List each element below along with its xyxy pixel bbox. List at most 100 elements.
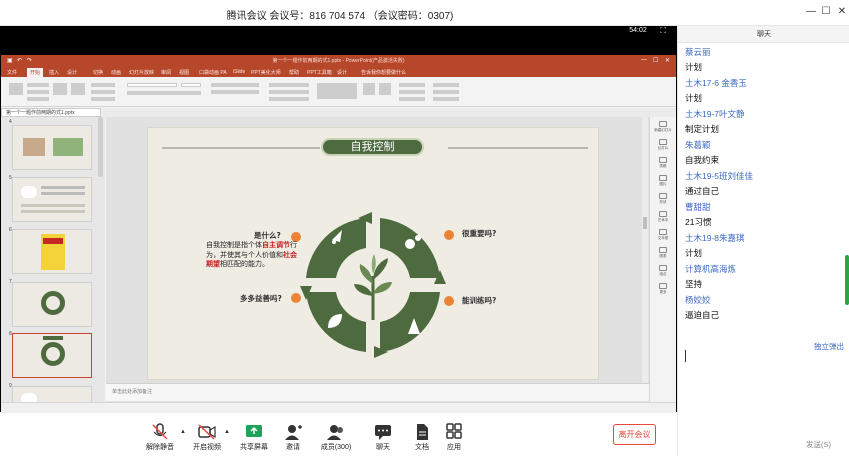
ppt-tab: 口袋动画 PA bbox=[199, 70, 227, 76]
unmute-button[interactable]: 解除静音 bbox=[140, 423, 180, 452]
bullet-dot bbox=[444, 230, 454, 240]
members-button[interactable]: 成员(300) bbox=[316, 423, 356, 452]
meeting-title: 腾讯会议 会议号：816 704 574 （会议密码：0307) bbox=[226, 11, 454, 22]
desc-part: 自我控制是指个体 bbox=[206, 241, 262, 249]
maximize-button[interactable]: ☐ bbox=[818, 5, 834, 19]
title-rule-left bbox=[162, 147, 320, 149]
members-label: 成员(300) bbox=[320, 444, 352, 451]
chat-sender: 曹甜甜 bbox=[685, 202, 711, 212]
question-more-better: 多多益善吗? bbox=[240, 294, 282, 303]
chat-message: 坚持 bbox=[685, 279, 703, 289]
ppt-tab: 告诉我你想要做什么 bbox=[361, 70, 407, 76]
chat-label: 聊天 bbox=[376, 444, 390, 451]
ppt-tab: 文件 bbox=[7, 70, 18, 76]
share-screen-icon bbox=[246, 425, 262, 437]
ppt-tab: 设计 bbox=[337, 70, 348, 76]
chat-bubble-icon bbox=[375, 425, 391, 440]
thumbnail-scrollbar[interactable] bbox=[98, 117, 103, 177]
chat-sender: 土木19-8朱嘉琪 bbox=[685, 233, 745, 243]
send-button[interactable]: 发送(S) bbox=[806, 439, 831, 450]
ppt-tab: 帮助 bbox=[289, 70, 300, 76]
chat-message: 计划 bbox=[685, 93, 703, 103]
fullscreen-icon[interactable]: ⛶ bbox=[656, 26, 670, 36]
close-button[interactable]: ✕ bbox=[834, 5, 849, 19]
plant-icon bbox=[354, 254, 392, 320]
slide-thumbnails: 4 5 6 7 8 9 bbox=[1, 117, 105, 412]
ppt-ribbon bbox=[1, 77, 676, 107]
camera-off-icon bbox=[198, 424, 216, 440]
start-video-label: 开启视频 bbox=[193, 444, 221, 451]
chevron-up-icon[interactable]: ▲ bbox=[180, 429, 186, 435]
ppt-minimize-icon: — bbox=[641, 57, 647, 63]
desc-part: 相匹配的能力。 bbox=[220, 260, 269, 268]
ppt-tab: 插入 bbox=[49, 70, 60, 76]
ppt-ribbon-tabs: 文件 开始 插入 设计 切换 动画 幻灯片放映 审阅 视图 口袋动画 PA iS… bbox=[1, 67, 676, 77]
members-icon bbox=[327, 425, 343, 440]
slide-thumbnail bbox=[12, 125, 92, 170]
chat-sender: 土木17-6 金香玉 bbox=[685, 78, 747, 88]
ppt-tab: 设计 bbox=[67, 70, 78, 76]
ppt-tab-active: 开始 bbox=[27, 68, 44, 77]
side-panel-item: 表格 bbox=[654, 157, 672, 173]
chat-sender: 土木19-7叶文静 bbox=[685, 109, 745, 119]
chat-sender: 朱葛颖 bbox=[685, 140, 711, 150]
quadrant-bottom-right bbox=[380, 292, 440, 352]
ppt-tab: PPT美化大师 bbox=[251, 70, 281, 76]
side-panel-item: 图片 bbox=[654, 175, 672, 191]
meeting-app: 腾讯会议 会议号：816 704 574 （会议密码：0307) — ☐ ✕ 5… bbox=[0, 0, 849, 456]
ppt-close-icon: ✕ bbox=[665, 58, 671, 64]
start-video-button[interactable]: 开启视频 bbox=[187, 423, 227, 452]
chevron-up-icon[interactable]: ▲ bbox=[224, 429, 230, 435]
chat-message: 制定计划 bbox=[685, 124, 720, 134]
side-panel-item: 形状 bbox=[654, 193, 672, 209]
bullet-dot bbox=[291, 293, 301, 303]
popout-chat-link[interactable]: 独立弹出 bbox=[814, 341, 844, 352]
ppt-maximize-icon: ☐ bbox=[653, 58, 659, 64]
ppt-tab: 审阅 bbox=[161, 70, 172, 76]
chat-sender: 杨姣姣 bbox=[685, 295, 711, 305]
chat-button[interactable]: 聊天 bbox=[363, 423, 403, 452]
share-screen-button[interactable]: 共享屏幕 bbox=[234, 423, 274, 452]
bullet-dot bbox=[444, 296, 454, 306]
meeting-toolbar: 解除静音 ▲ 开启视频 ▲ 共享屏幕 邀请 成员(300) 聊天 文档 应用 bbox=[0, 412, 677, 456]
powerpoint-window: ▣ ↶ ↷ 第一个一题作前两期的式1.pptx - PowerPoint(产品激… bbox=[1, 55, 676, 412]
leave-meeting-button[interactable]: 离开会议 bbox=[613, 424, 656, 445]
chat-panel: 聊天 蔡云丽 计划 土木17-6 金香玉 计划 土木19-7叶文静 制定计划 朱… bbox=[677, 26, 849, 456]
ppt-status-bar bbox=[1, 402, 676, 412]
side-panel-item: 图表 bbox=[654, 247, 672, 263]
side-panel-item: 更多 bbox=[654, 283, 672, 299]
ppt-tab: iSlide bbox=[233, 69, 246, 75]
chat-input-caret[interactable] bbox=[685, 350, 686, 362]
side-panel-item: 新建幻灯片 bbox=[654, 121, 672, 137]
canvas-scrollbar[interactable] bbox=[642, 117, 648, 383]
chat-message: 通过自己 bbox=[685, 186, 720, 196]
title-rule-right bbox=[448, 147, 588, 149]
slide-thumbnail bbox=[12, 177, 92, 222]
chat-message: 计划 bbox=[685, 248, 703, 258]
chat-header: 聊天 bbox=[678, 26, 849, 43]
minimize-button[interactable]: — bbox=[803, 5, 819, 19]
slide-thumbnail-selected bbox=[12, 333, 92, 378]
side-panel-item: 文本框 bbox=[654, 229, 672, 245]
ppt-title-bar: ▣ ↶ ↷ 第一个一题作前两期的式1.pptx - PowerPoint(产品激… bbox=[1, 55, 676, 67]
document-icon bbox=[417, 424, 428, 440]
ppt-tab: 视图 bbox=[179, 70, 190, 76]
notes-pane[interactable]: 单击此处添加备注 bbox=[106, 383, 649, 401]
chat-message: 逼迫自己 bbox=[685, 310, 720, 320]
apps-button[interactable]: 应用 bbox=[434, 423, 474, 452]
chat-sender: 计算机高海炼 bbox=[685, 264, 737, 274]
ppt-document-tab: 第一个一题作前两期的式1.pptx bbox=[1, 108, 101, 117]
chat-scrollbar[interactable] bbox=[845, 255, 849, 305]
chat-sender: 蔡云丽 bbox=[685, 47, 711, 57]
question-important: 很重要吗? bbox=[462, 229, 497, 238]
cycle-diagram bbox=[300, 212, 446, 358]
question-what: 是什么? bbox=[254, 231, 281, 240]
invite-button[interactable]: 邀请 bbox=[273, 423, 313, 452]
chat-message: 自我约束 bbox=[685, 155, 720, 165]
chat-message: 计划 bbox=[685, 62, 703, 72]
quadrant-top-left bbox=[306, 218, 366, 278]
side-panel-item: 艺术字 bbox=[654, 211, 672, 227]
chat-sender: 土木19-5班刘佳佳 bbox=[685, 171, 754, 181]
share-screen-label: 共享屏幕 bbox=[240, 444, 268, 451]
slide-title: 自我控制 bbox=[321, 138, 424, 156]
